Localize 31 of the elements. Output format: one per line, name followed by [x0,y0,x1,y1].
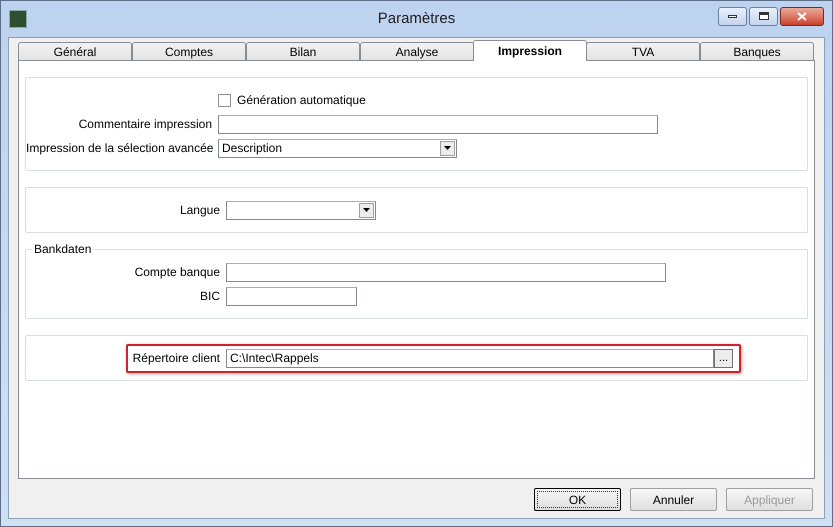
tab[interactable]: TVA [586,42,700,61]
maximize-button[interactable] [749,6,778,26]
dialog-button[interactable]: Annuler [630,488,717,511]
tab[interactable]: Analyse [360,42,474,61]
window-title: Paramètres [376,8,456,29]
tab[interactable]: Impression [473,40,587,61]
text-field[interactable] [226,262,666,282]
minimize-button[interactable] [718,6,747,26]
tab[interactable]: Banques [700,42,814,61]
app-logo-icon [9,10,27,28]
field-label: BIC [198,288,221,305]
field-label: Langue [178,202,221,219]
close-icon [797,12,807,20]
field-label: Compte banque [134,264,221,281]
group-title: Bankdaten [32,242,94,256]
tab[interactable]: Général [18,42,132,61]
text-field[interactable] [218,114,658,134]
checkbox-label: Génération automatique [237,92,366,109]
text-field[interactable]: C:\Intec\Rappels [226,348,714,368]
field-label: Commentaire impression [78,116,213,133]
text-field[interactable] [226,286,357,306]
checkbox[interactable] [218,94,231,106]
close-button[interactable] [780,6,824,26]
field-label: Répertoire client [132,350,221,367]
browse-button[interactable]: ... [714,348,733,368]
tab[interactable]: Bilan [246,42,360,61]
dropdown[interactable] [226,200,376,220]
dialog-button[interactable]: OK [534,488,621,511]
tab[interactable]: Comptes [132,42,246,61]
field-label: Impression de la sélection avancée [26,140,214,157]
dropdown[interactable]: Description [218,138,457,158]
